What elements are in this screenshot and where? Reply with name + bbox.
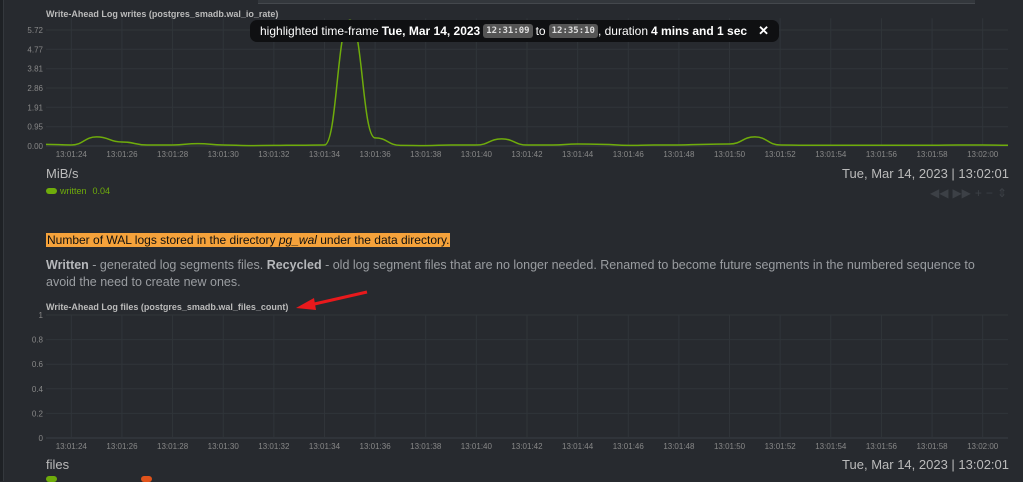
x-tick-label: 13:01:56 bbox=[866, 150, 898, 159]
written-text: - generated log segments files. bbox=[88, 258, 267, 272]
tooltip-to-time: 12:35:10 bbox=[548, 24, 598, 38]
x-tick-label: 13:01:52 bbox=[765, 150, 797, 159]
x-tick-label: 13:01:42 bbox=[511, 442, 543, 451]
y-tick-label: 0.4 bbox=[32, 385, 44, 394]
legend-name: written bbox=[60, 186, 87, 196]
x-tick-label: 13:01:36 bbox=[360, 442, 392, 451]
x-tick-label: 13:01:26 bbox=[106, 442, 138, 451]
x-tick-label: 13:01:50 bbox=[714, 442, 746, 451]
x-tick-label: 13:01:44 bbox=[562, 442, 594, 451]
x-tick-label: 13:02:00 bbox=[967, 442, 999, 451]
legend-swatch-recycled bbox=[141, 476, 152, 482]
x-tick-label: 13:01:44 bbox=[562, 150, 594, 159]
x-tick-label: 13:01:40 bbox=[461, 442, 493, 451]
x-tick-label: 13:01:48 bbox=[663, 442, 695, 451]
recycled-label: Recycled bbox=[266, 258, 322, 272]
x-tick-label: 13:01:24 bbox=[56, 150, 88, 159]
x-tick-label: 13:01:54 bbox=[815, 442, 847, 451]
x-tick-label: 13:01:52 bbox=[765, 442, 797, 451]
x-tick-label: 13:01:30 bbox=[208, 150, 240, 159]
x-tick-label: 13:01:58 bbox=[916, 442, 948, 451]
resize-icon[interactable]: ⇕ bbox=[997, 186, 1007, 200]
y-tick-label: 1 bbox=[39, 311, 44, 320]
legend-value: 0.04 bbox=[92, 186, 111, 196]
written-label: Written bbox=[46, 258, 89, 272]
legend-swatch-written bbox=[46, 476, 57, 482]
chart2-description: Written - generated log segments files. … bbox=[46, 257, 1006, 290]
x-tick-label: 13:01:56 bbox=[866, 442, 898, 451]
chart2-legend[interactable] bbox=[46, 476, 152, 482]
x-tick-label: 13:01:36 bbox=[360, 150, 392, 159]
x-tick-label: 13:01:46 bbox=[613, 442, 645, 451]
highlight-text: Number of WAL logs stored in the directo… bbox=[47, 233, 279, 247]
legend-swatch bbox=[46, 188, 57, 194]
y-tick-label: 0.6 bbox=[32, 360, 44, 369]
y-tick-label: 5.72 bbox=[27, 26, 43, 35]
y-tick-label: 0.2 bbox=[32, 409, 44, 418]
y-tick-label: 0 bbox=[39, 434, 44, 443]
x-tick-label: 13:01:28 bbox=[157, 150, 189, 159]
chart2-units: files bbox=[46, 457, 70, 472]
x-tick-label: 13:01:46 bbox=[613, 150, 645, 159]
y-tick-label: 2.86 bbox=[27, 84, 43, 93]
x-tick-label: 13:01:50 bbox=[714, 150, 746, 159]
tooltip-duration-prefix: , duration bbox=[597, 24, 649, 38]
x-tick-label: 13:01:54 bbox=[815, 150, 847, 159]
x-tick-label: 13:01:32 bbox=[258, 442, 290, 451]
highlight-dir: pg_wal bbox=[278, 233, 317, 247]
zoom-in-icon[interactable]: + bbox=[975, 186, 982, 200]
highlight-timeframe-tooltip: highlighted time-frame Tue, Mar 14, 2023… bbox=[250, 20, 779, 42]
y-tick-label: 0.8 bbox=[32, 336, 44, 345]
chart1-units: MiB/s bbox=[46, 166, 79, 181]
pan-left-icon[interactable]: ◀◀ bbox=[930, 186, 948, 200]
x-tick-label: 13:01:58 bbox=[916, 150, 948, 159]
highlight-text-end: under the data directory. bbox=[316, 233, 450, 247]
y-tick-label: 0.95 bbox=[27, 123, 43, 132]
tooltip-date: Tue, Mar 14, 2023 bbox=[381, 24, 481, 38]
x-tick-label: 13:02:00 bbox=[967, 150, 999, 159]
tooltip-to-word: to bbox=[535, 24, 546, 38]
chart2-plot[interactable]: 0 0.2 0.4 0.6 0.8 1 13:01:24 13:01:26 13:01:28 13… bbox=[0, 300, 1023, 460]
x-tick-label: 13:01:24 bbox=[56, 442, 88, 451]
pan-right-icon[interactable]: ▶▶ bbox=[952, 186, 970, 200]
x-tick-label: 13:01:26 bbox=[106, 150, 138, 159]
x-tick-label: 13:01:34 bbox=[309, 150, 341, 159]
chart1-legend-written[interactable]: written 0.04 bbox=[46, 186, 110, 196]
tooltip-duration: 4 mins and 1 sec bbox=[651, 24, 748, 38]
x-tick-label: 13:01:30 bbox=[208, 442, 240, 451]
x-tick-label: 13:01:32 bbox=[258, 150, 290, 159]
y-tick-label: 4.77 bbox=[27, 45, 43, 54]
x-tick-label: 13:01:28 bbox=[157, 442, 189, 451]
y-tick-label: 3.81 bbox=[27, 65, 43, 74]
tooltip-from-time: 12:31:09 bbox=[483, 24, 533, 38]
chart2-latest-time: Tue, Mar 14, 2023 | 13:02:01 bbox=[842, 457, 1009, 472]
close-icon[interactable]: ✕ bbox=[758, 23, 769, 39]
x-tick-label: 13:01:38 bbox=[410, 150, 442, 159]
chart-controls: ◀◀ ▶▶ + − ⇕ bbox=[930, 186, 1007, 200]
x-tick-label: 13:01:40 bbox=[461, 150, 493, 159]
y-tick-label: 1.91 bbox=[27, 103, 43, 112]
chart2-info-highlight: Number of WAL logs stored in the directo… bbox=[46, 233, 451, 247]
x-tick-label: 13:01:34 bbox=[309, 442, 341, 451]
zoom-out-icon[interactable]: − bbox=[986, 186, 993, 200]
x-tick-label: 13:01:42 bbox=[511, 150, 543, 159]
x-tick-label: 13:01:38 bbox=[410, 442, 442, 451]
chart1-latest-time: Tue, Mar 14, 2023 | 13:02:01 bbox=[842, 166, 1009, 181]
x-tick-label: 13:01:48 bbox=[663, 150, 695, 159]
tooltip-prefix: highlighted time-frame bbox=[260, 24, 379, 38]
y-tick-label: 0.00 bbox=[27, 142, 43, 151]
